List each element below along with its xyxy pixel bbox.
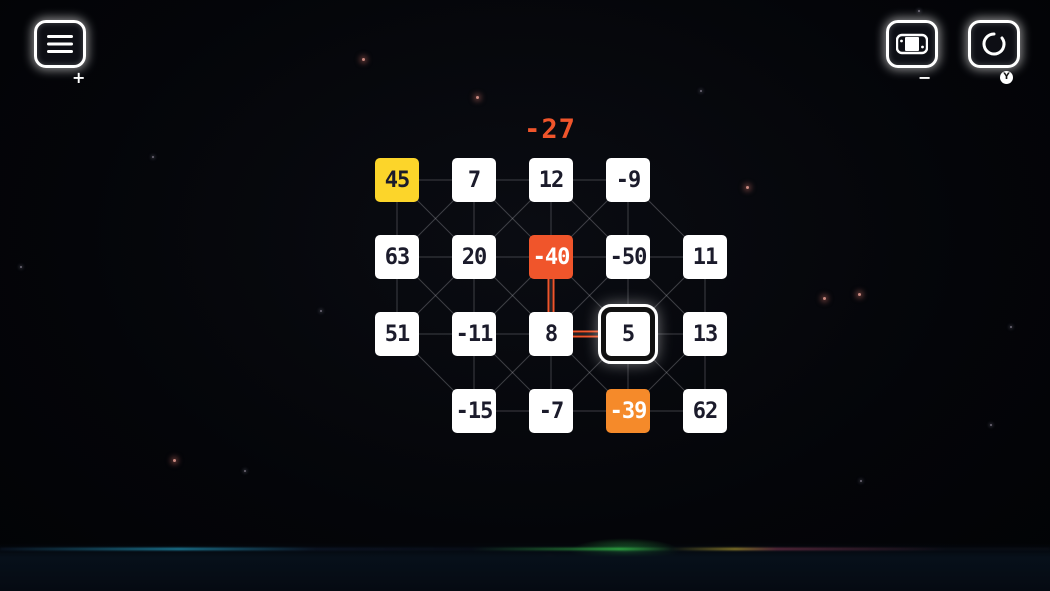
number-tile[interactable]: 63 <box>375 235 419 279</box>
grid-connections <box>396 179 706 412</box>
number-tile[interactable]: -50 <box>606 235 650 279</box>
number-tile[interactable]: 12 <box>529 158 573 202</box>
number-tile[interactable]: 11 <box>683 235 727 279</box>
number-tile[interactable]: -7 <box>529 389 573 433</box>
number-tile[interactable]: 62 <box>683 389 727 433</box>
number-tile[interactable]: -40 <box>529 235 573 279</box>
game-board-background: + − Y -27 45 7 12 -9 63 20 -40 -50 11 51 -11 8 5 13 -1… <box>0 0 1050 591</box>
number-tile[interactable]: 20 <box>452 235 496 279</box>
number-tile[interactable]: 8 <box>529 312 573 356</box>
number-tile[interactable]: 13 <box>683 312 727 356</box>
number-tile[interactable]: -15 <box>452 389 496 433</box>
number-tile[interactable]: 51 <box>375 312 419 356</box>
number-tile[interactable]: -9 <box>606 158 650 202</box>
number-tile[interactable]: 45 <box>375 158 419 202</box>
number-tile[interactable]: -11 <box>452 312 496 356</box>
number-tile[interactable]: -39 <box>606 389 650 433</box>
number-tile[interactable]: 7 <box>452 158 496 202</box>
selected-number-tile[interactable]: 5 <box>598 304 658 364</box>
